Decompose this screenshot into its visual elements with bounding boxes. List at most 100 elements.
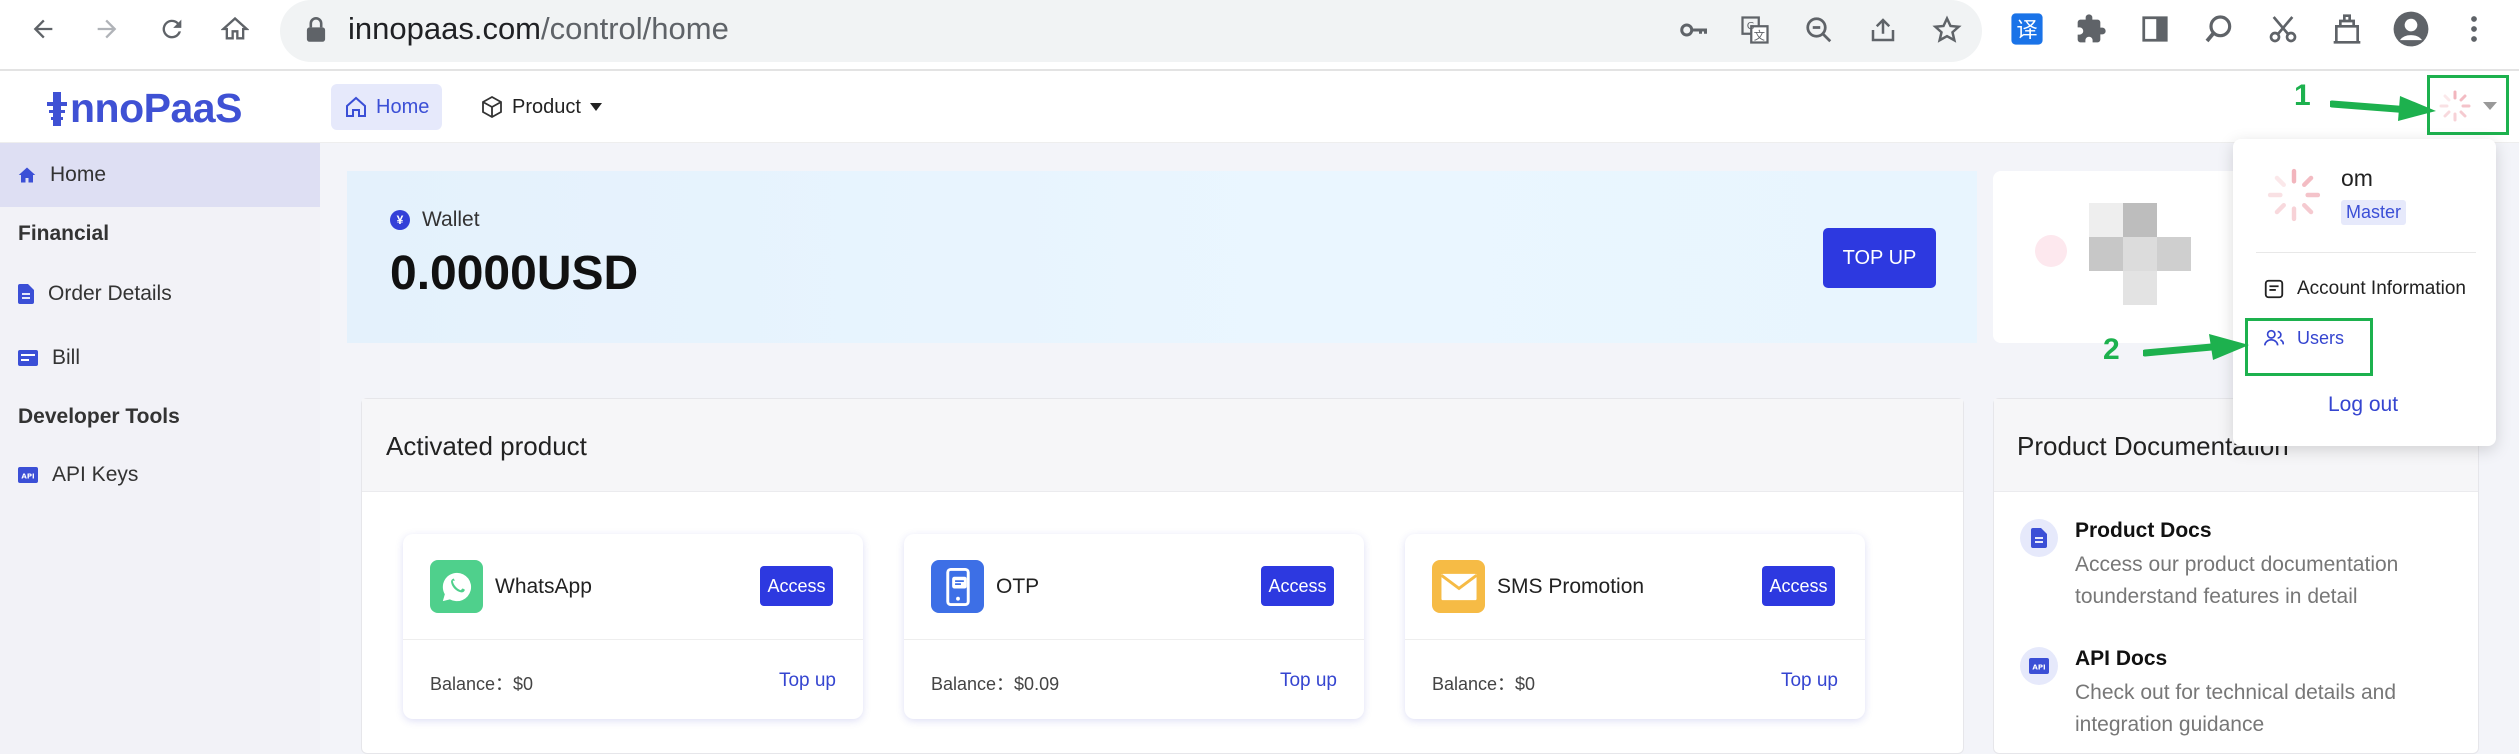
nav-home[interactable]: Home <box>331 84 443 130</box>
blurred-qr-image <box>2035 203 2191 305</box>
user-avatar-spinner-icon <box>2267 168 2321 222</box>
key-icon[interactable] <box>1675 12 1711 48</box>
divider <box>1405 639 1865 640</box>
balance-text: Balance：$0.09 <box>931 674 1060 694</box>
annotation-arrow-1 <box>2330 96 2436 121</box>
access-button[interactable]: Access <box>1762 566 1835 606</box>
product-name: OTP <box>996 575 1040 598</box>
product-card-sms-promotion: SMS Promotion Access Balance：$0 Top up <box>1405 534 1865 719</box>
divider <box>904 639 1364 640</box>
account-info-icon <box>2264 279 2284 299</box>
sidebar-item-label: API Keys <box>52 463 139 486</box>
translate-icon[interactable]: 文G <box>1737 12 1773 48</box>
user-dropdown-menu: om Master Account Information Users Log … <box>2233 139 2496 446</box>
sidepanel-icon[interactable] <box>2136 10 2174 48</box>
access-button[interactable]: Access <box>1261 566 1334 606</box>
document-icon <box>18 284 34 304</box>
search-lens-icon[interactable] <box>2200 10 2238 48</box>
doc-title[interactable]: Product Docs <box>2075 519 2212 543</box>
document-icon <box>2020 519 2058 557</box>
menu-item-label: Account Information <box>2297 278 2466 299</box>
top-up-link[interactable]: Top up <box>1781 670 1838 692</box>
sidebar-item-label: Home <box>50 163 107 186</box>
reload-icon[interactable] <box>155 12 189 46</box>
annotation-highlight-users <box>2245 318 2373 376</box>
svg-text:G: G <box>1747 21 1755 32</box>
logo-text: nnoPaaS <box>70 85 242 131</box>
extensions-puzzle-icon[interactable] <box>2072 10 2110 48</box>
url-path: /control/home <box>541 11 729 46</box>
user-name: om <box>2341 165 2373 191</box>
product-name: SMS Promotion <box>1497 575 1645 598</box>
lock-icon[interactable] <box>298 12 334 48</box>
sidebar-item-home[interactable]: Home <box>0 143 320 207</box>
sidebar-item-label: Order Details <box>48 282 172 305</box>
wallet-label-text: Wallet <box>422 208 480 231</box>
url-domain: innopaas.com <box>348 11 542 46</box>
forward-icon[interactable] <box>90 12 124 46</box>
doc-title[interactable]: API Docs <box>2075 647 2167 671</box>
api-icon: API <box>2020 647 2058 685</box>
panel-header: Activated product <box>362 399 1963 492</box>
bookmark-star-icon[interactable] <box>1929 12 1965 48</box>
svg-text:API: API <box>2032 664 2045 672</box>
logout-link[interactable]: Log out <box>2328 393 2398 417</box>
product-card-otp: OTP Access Balance：$0.09 Top up <box>904 534 1364 719</box>
home-icon <box>18 167 36 183</box>
menu-item-account-information[interactable]: Account Information <box>2263 278 2466 300</box>
sidebar: Home Financial Order Details Bill Develo… <box>0 143 320 754</box>
caret-down-icon <box>589 103 602 111</box>
zoom-out-icon[interactable] <box>1801 12 1837 48</box>
role-badge: Master <box>2341 200 2407 225</box>
annotation-step-1: 1 <box>2294 79 2311 112</box>
home-icon[interactable] <box>218 12 252 46</box>
home-nav-icon <box>346 96 366 117</box>
url-text: innopaas.com/control/home <box>348 11 729 47</box>
top-up-link[interactable]: Top up <box>1280 670 1337 692</box>
annotation-step-2: 2 <box>2103 333 2120 366</box>
profile-avatar-icon[interactable] <box>2392 10 2430 48</box>
product-documentation-panel: Product Documentation Product Docs Acces… <box>1993 398 2479 754</box>
doc-description: Check out for technical details and inte… <box>2075 681 2397 736</box>
sidebar-item-bill[interactable]: Bill <box>0 326 320 390</box>
nav-home-label: Home <box>376 95 430 118</box>
activated-product-panel: Activated product WhatsApp Access Balanc… <box>361 398 1964 754</box>
nav-product[interactable]: Product <box>467 84 616 130</box>
access-button[interactable]: Access <box>760 566 833 606</box>
app-header: nnoPaaS Home Product <box>0 71 2519 143</box>
annotation-arrow-2 <box>2143 334 2249 360</box>
chrome-menu-icon[interactable] <box>2455 10 2493 48</box>
product-name: WhatsApp <box>495 575 592 598</box>
cube-icon <box>482 95 502 119</box>
share-icon[interactable] <box>1865 12 1901 48</box>
doc-description: Access our product documentation tounder… <box>2075 553 2399 608</box>
innopaas-logo[interactable]: nnoPaaS <box>46 85 242 132</box>
back-icon[interactable] <box>26 12 60 46</box>
otp-phone-icon <box>931 560 984 613</box>
divider <box>2256 252 2476 253</box>
top-up-button[interactable]: TOP UP <box>1823 228 1936 288</box>
sidebar-item-label: Bill <box>52 346 81 369</box>
envelope-icon <box>1432 560 1485 613</box>
nav-product-label: Product <box>512 95 581 118</box>
product-card-whatsapp: WhatsApp Access Balance：$0 Top up <box>403 534 863 719</box>
sidebar-item-order-details[interactable]: Order Details <box>0 262 320 326</box>
balance-text: Balance：$0 <box>1432 674 1536 694</box>
whatsapp-icon <box>430 560 483 613</box>
api-icon: API <box>18 467 38 483</box>
logo-mark-icon <box>47 91 67 126</box>
bill-icon <box>18 350 38 366</box>
sidebar-item-api-keys[interactable]: API API Keys <box>0 443 320 507</box>
balance-text: Balance：$0 <box>430 674 534 694</box>
panel-title: Activated product <box>386 431 587 461</box>
browser-toolbar: innopaas.com/control/home 文G 译 <box>0 0 2519 71</box>
scissors-icon[interactable] <box>2264 10 2302 48</box>
sidebar-group-developer-tools: Developer Tools <box>18 405 180 428</box>
sidebar-group-financial: Financial <box>18 222 110 245</box>
translator-extension-icon[interactable]: 译 <box>2008 10 2046 48</box>
svg-text:文: 文 <box>1754 28 1765 42</box>
wallet-amount: 0.0000USD <box>390 247 639 300</box>
yen-coin-icon: ¥ <box>390 210 410 230</box>
top-up-link[interactable]: Top up <box>779 670 836 692</box>
clipboard-stack-icon[interactable] <box>2328 10 2366 48</box>
